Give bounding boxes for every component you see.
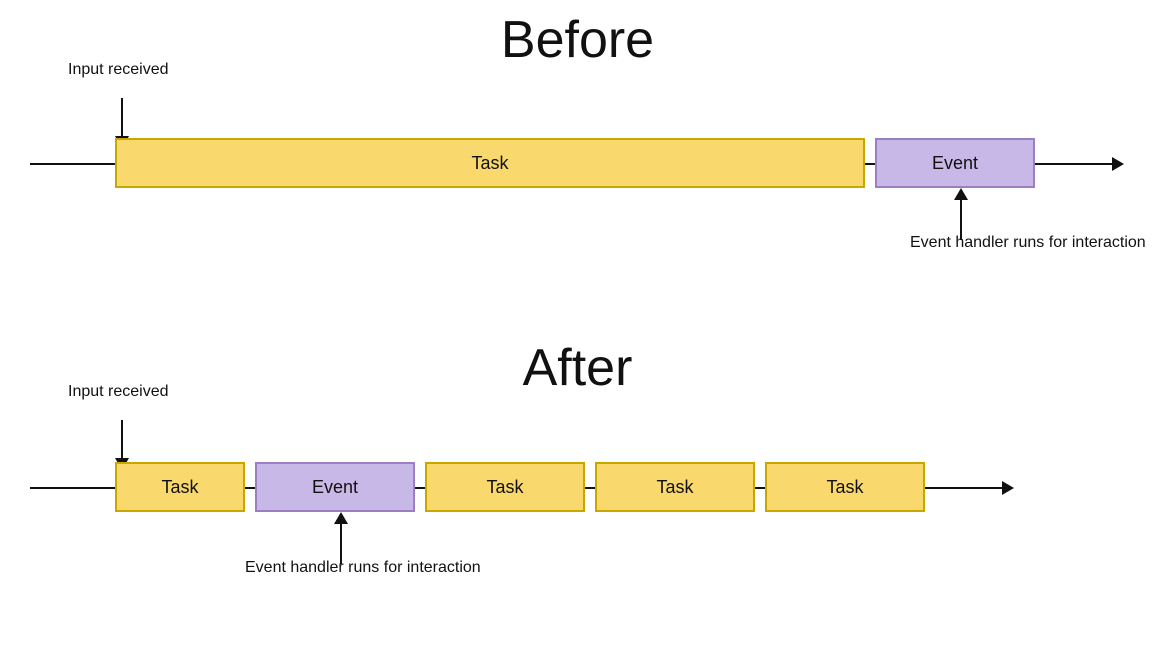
after-line-3 xyxy=(585,487,595,489)
after-event-handler-label: Event handler runs for interaction xyxy=(245,558,481,579)
before-title: Before xyxy=(0,10,1155,70)
after-input-label: Input received xyxy=(68,382,169,403)
before-task-box: Task xyxy=(115,138,865,188)
before-event-box: Event xyxy=(875,138,1035,188)
before-line-mid xyxy=(865,163,875,165)
before-line-right xyxy=(1035,163,1115,165)
before-right-arrow xyxy=(1112,157,1124,171)
before-input-label: Input received xyxy=(68,60,169,81)
after-task-box-1: Task xyxy=(115,462,245,512)
after-task-box-4: Task xyxy=(765,462,925,512)
after-line-5 xyxy=(925,487,1005,489)
after-line-2 xyxy=(415,487,425,489)
after-line-1 xyxy=(245,487,255,489)
after-title: After xyxy=(0,338,1155,398)
diagram-container: Before Input received Task Event Event h… xyxy=(0,0,1155,647)
before-line-left xyxy=(30,163,115,165)
after-right-arrow xyxy=(1002,481,1014,495)
after-task-box-2: Task xyxy=(425,462,585,512)
after-line-4 xyxy=(755,487,765,489)
after-event-box: Event xyxy=(255,462,415,512)
after-task-box-3: Task xyxy=(595,462,755,512)
before-event-handler-label: Event handler runs for interaction xyxy=(910,233,1146,254)
after-event-arrow xyxy=(334,512,348,564)
after-line-left xyxy=(30,487,115,489)
